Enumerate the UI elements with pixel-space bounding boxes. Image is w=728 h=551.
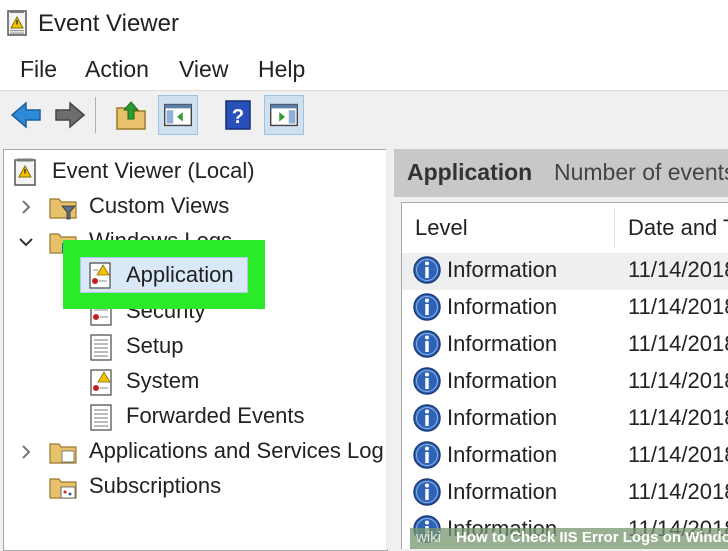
cell-date: 11/14/2018: [628, 442, 728, 467]
table-row[interactable]: Information 11/14/2018: [402, 253, 728, 290]
information-icon: [413, 404, 441, 432]
information-icon: [413, 367, 441, 395]
cell-level: Information: [447, 257, 558, 282]
chevron-down-icon[interactable]: [16, 230, 36, 254]
events-count-label: Number of events: [554, 159, 728, 185]
console-tree-pane[interactable]: Event Viewer (Local) Custom Views Window…: [3, 149, 388, 551]
toolbar: ?: [0, 91, 728, 141]
cell-date: 11/14/2018: [628, 368, 728, 393]
tree-item-setup[interactable]: Setup: [4, 330, 387, 364]
menu-bar: File Action View Help: [0, 48, 728, 91]
up-folder-icon[interactable]: [111, 95, 151, 135]
event-viewer-app-icon: [7, 10, 27, 36]
cell-level: Information: [447, 331, 558, 356]
forward-arrow-icon[interactable]: [50, 95, 90, 135]
menu-help[interactable]: Help: [258, 56, 305, 83]
table-row[interactable]: Information 11/14/2018: [402, 438, 728, 475]
cell-level: Information: [447, 368, 558, 393]
table-row[interactable]: Information 11/14/2018: [402, 401, 728, 438]
tree-label: Applications and Services Log: [89, 438, 384, 463]
help-icon[interactable]: ?: [218, 95, 258, 135]
tree-label: Event Viewer (Local): [52, 158, 255, 183]
show-hide-console-tree-icon[interactable]: [158, 95, 198, 135]
tree-label: Custom Views: [89, 193, 230, 218]
cell-level: Information: [447, 405, 558, 430]
event-viewer-icon: [14, 158, 36, 186]
table-row[interactable]: Information 11/14/2018: [402, 327, 728, 364]
tree-label: Setup: [126, 333, 184, 358]
cell-level: Information: [447, 294, 558, 319]
back-arrow-icon[interactable]: [6, 95, 46, 135]
pane-splitter[interactable]: [386, 149, 394, 549]
table-row[interactable]: Information 11/14/2018: [402, 290, 728, 327]
menu-file[interactable]: File: [20, 56, 57, 83]
tree-item-event-viewer-local[interactable]: Event Viewer (Local): [4, 155, 387, 189]
cell-date: 11/14/2018: [628, 257, 728, 282]
pane-title: Application: [407, 159, 533, 185]
information-icon: [413, 330, 441, 358]
toolbar-separator: [95, 97, 96, 133]
system-log-icon: [90, 369, 112, 396]
table-row[interactable]: Information 11/14/2018: [402, 364, 728, 401]
show-hide-action-pane-icon[interactable]: [264, 95, 304, 135]
chevron-right-icon[interactable]: [16, 195, 36, 219]
log-file-icon: [90, 404, 112, 431]
watermark-text: How to Check IIS Error Logs on Windows: [456, 529, 728, 546]
title-bar: Event Viewer: [0, 0, 728, 48]
cell-level: Information: [447, 442, 558, 467]
cell-date: 11/14/2018: [628, 405, 728, 430]
table-row[interactable]: Information 11/14/2018: [402, 475, 728, 512]
svg-text:?: ?: [232, 106, 244, 128]
results-pane-header: Application Number of events: [394, 149, 728, 197]
tree-label: Application: [126, 262, 234, 287]
watermark: wiki How to Check IIS Error Logs on Wind…: [410, 528, 728, 549]
tree-item-custom-views[interactable]: Custom Views: [4, 190, 387, 224]
tree-label: Subscriptions: [89, 473, 222, 498]
folder-icon: [49, 443, 77, 464]
column-separator[interactable]: [614, 208, 615, 248]
window-title: Event Viewer: [38, 10, 179, 37]
tree-item-system[interactable]: System: [4, 365, 387, 399]
application-log-icon: [89, 262, 111, 289]
filtered-folder-icon: [49, 198, 77, 220]
column-header-date[interactable]: Date and T: [628, 215, 728, 241]
watermark-site: wiki: [416, 529, 441, 546]
results-pane: Application Number of events Level Date …: [394, 149, 728, 549]
information-icon: [413, 293, 441, 321]
chevron-right-icon[interactable]: [16, 440, 36, 464]
cell-date: 11/14/2018: [628, 479, 728, 504]
tree-item-subscriptions[interactable]: Subscriptions: [4, 470, 387, 504]
cell-level: Information: [447, 479, 558, 504]
cell-date: 11/14/2018: [628, 294, 728, 319]
subscriptions-icon: [49, 478, 77, 499]
column-header-level[interactable]: Level: [415, 215, 468, 241]
log-file-icon: [90, 334, 112, 361]
information-icon: [413, 478, 441, 506]
information-icon: [413, 256, 441, 284]
tree-label: Forwarded Events: [126, 403, 305, 428]
tree-item-application[interactable]: Application: [80, 257, 248, 293]
tree-item-applications-services[interactable]: Applications and Services Log: [4, 435, 387, 469]
tree-item-forwarded-events[interactable]: Forwarded Events: [4, 400, 387, 434]
events-grid[interactable]: Level Date and T Information 11/14/2018 In…: [401, 202, 728, 549]
menu-action[interactable]: Action: [85, 56, 149, 83]
cell-date: 11/14/2018: [628, 331, 728, 356]
tree-label: System: [126, 368, 200, 393]
information-icon: [413, 441, 441, 469]
menu-view[interactable]: View: [179, 56, 228, 83]
